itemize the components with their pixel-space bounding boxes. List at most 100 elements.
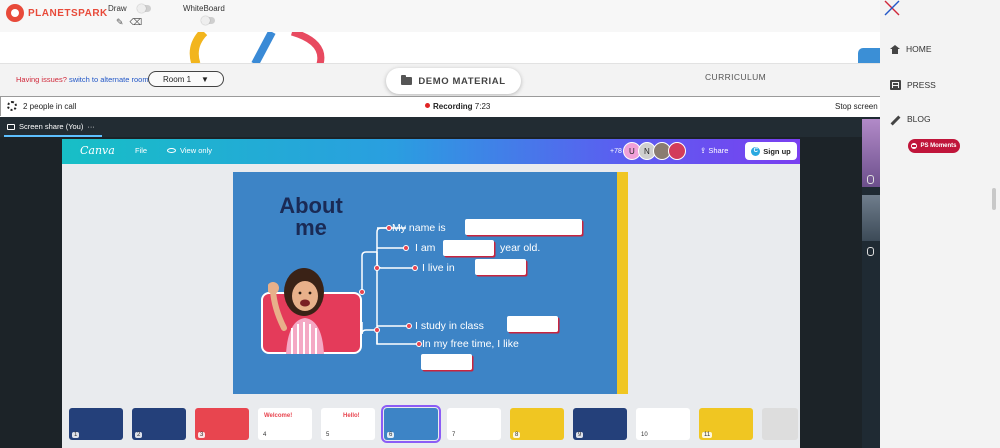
avatar-flower xyxy=(667,142,686,160)
thumbnail-7[interactable]: 7 xyxy=(447,408,501,440)
classroom-screen: PLANETSPARK Draw ✎ ⌫ WhiteBoard Having i… xyxy=(0,0,1000,448)
demo-material-button[interactable]: DEMO MATERIAL xyxy=(386,68,521,94)
room-value: Room 1 xyxy=(163,74,192,84)
curriculum-tab[interactable]: CURRICULUM xyxy=(705,72,766,82)
nav-home[interactable]: HOME xyxy=(890,44,932,54)
nav-blog[interactable]: BLOG xyxy=(890,114,931,125)
thumbnail-5[interactable]: Hello! 5 xyxy=(321,408,375,440)
whiteboard-label: WhiteBoard xyxy=(183,4,225,13)
alternate-room-link[interactable]: switch to alternate room xyxy=(69,75,149,84)
sign-up-button[interactable]: C Sign up xyxy=(745,142,797,160)
thumbnail-number: 1 xyxy=(72,432,80,438)
name-blank xyxy=(465,219,582,235)
thumbnail-1[interactable]: 1 xyxy=(69,408,123,440)
eraser-icon[interactable]: ⌫ xyxy=(130,17,143,28)
class-blank xyxy=(507,316,558,332)
ps-moments-button[interactable]: PS Moments xyxy=(908,139,960,153)
participant-video-2[interactable] xyxy=(862,195,880,241)
whiteboard-toggle[interactable] xyxy=(201,16,215,25)
canva-logo[interactable]: Canva xyxy=(80,144,115,157)
newspaper-icon xyxy=(890,80,901,90)
canva-header: Canva File View only +78 U N ⇪ Share C S… xyxy=(62,139,800,164)
monitor-icon xyxy=(7,123,15,130)
thumbnail-2[interactable]: 2 xyxy=(132,408,186,440)
thumbnail-number: 8 xyxy=(513,432,521,438)
top-toolbar: PLANETSPARK Draw ✎ ⌫ WhiteBoard xyxy=(0,0,880,32)
decorative-shapes xyxy=(189,32,325,64)
hobby-blank xyxy=(421,354,472,370)
background-decoration xyxy=(0,32,880,64)
call-bar: 2 people in call Recording 7:23 Stop scr… xyxy=(0,96,880,116)
draw-tool: Draw xyxy=(108,4,151,14)
thumbnail-8[interactable]: 8 xyxy=(510,408,564,440)
mic-icon[interactable] xyxy=(867,247,874,256)
thumbnail-number: 10 xyxy=(639,432,650,438)
view-only-label: View only xyxy=(180,146,212,155)
ps-moments-label: PS Moments xyxy=(920,143,957,149)
thumbnail-6[interactable]: 6 xyxy=(381,405,441,443)
issues-text: Having issues? xyxy=(16,75,67,84)
eye-icon xyxy=(167,148,176,153)
planetspark-logo[interactable]: PLANETSPARK xyxy=(6,4,108,22)
thumbnail-11[interactable]: 11 xyxy=(699,408,753,440)
thumbnail-number: 6 xyxy=(387,432,395,438)
pencil-icon[interactable]: ✎ xyxy=(116,17,124,28)
record-dot-icon xyxy=(425,103,430,108)
close-icon[interactable] xyxy=(884,0,900,16)
draw-toggle[interactable] xyxy=(136,4,151,14)
city-blank xyxy=(475,259,526,275)
share-label: Share xyxy=(708,146,729,155)
collaborator-avatars[interactable]: +78 U N xyxy=(610,142,686,160)
slide-title-line-1: About xyxy=(279,193,343,218)
thumbnail-number: 4 xyxy=(261,432,269,438)
more-options-icon[interactable]: ··· xyxy=(87,122,95,131)
right-sidebar xyxy=(880,0,1000,448)
issues-notice: Having issues? switch to alternate room xyxy=(16,75,149,84)
nav-press[interactable]: PRESS xyxy=(890,80,936,90)
stop-screen-button[interactable]: Stop screen xyxy=(835,102,878,111)
child-photo xyxy=(268,268,324,354)
draw-tool-icons: ✎ ⌫ xyxy=(116,17,142,28)
home-icon xyxy=(890,44,900,54)
nav-press-label: PRESS xyxy=(907,80,936,90)
age-prompt: I am xyxy=(415,242,436,254)
logo-text: PLANETSPARK xyxy=(28,7,108,19)
recording-status: Recording 7:23 xyxy=(425,102,490,111)
ps-moments-icon xyxy=(911,143,918,149)
slide-title: About me xyxy=(266,195,356,239)
age-suffix: year old. xyxy=(500,242,541,254)
thumbnail-9[interactable]: 9 xyxy=(573,408,627,440)
room-select[interactable]: Room 1 ▼ xyxy=(148,71,224,87)
thumbnail-3[interactable]: 3 xyxy=(195,408,249,440)
thumbnail-number: 3 xyxy=(198,432,206,438)
thumbnail-number: 7 xyxy=(450,432,458,438)
screen-share-label: Screen share (You) xyxy=(19,122,84,131)
class-prompt: I study in class xyxy=(415,320,484,332)
slide-thumbnails: 1 2 3 Welcome! 4 Hello! 5 6 7 8 9 10 11 xyxy=(62,404,800,448)
folder-icon xyxy=(401,75,413,85)
sidebar-scrollbar[interactable] xyxy=(992,188,996,210)
participant-strip xyxy=(862,117,880,448)
file-menu[interactable]: File xyxy=(135,146,147,155)
thumbnail-number: 2 xyxy=(135,432,143,438)
name-prompt: My name is xyxy=(392,222,446,234)
thumbnail-12[interactable] xyxy=(762,408,798,440)
whiteboard-tool: WhiteBoard xyxy=(183,4,225,25)
age-blank xyxy=(443,240,494,256)
canva-c-icon: C xyxy=(751,146,761,156)
gear-icon[interactable] xyxy=(7,101,17,111)
screen-share-tab[interactable]: Screen share (You) ··· xyxy=(7,122,95,131)
nav-blog-label: BLOG xyxy=(907,114,931,124)
screen-share-header: Screen share (You) ··· xyxy=(0,117,880,137)
thumbnail-4[interactable]: Welcome! 4 xyxy=(258,408,312,440)
thumbnail-number: 9 xyxy=(576,432,584,438)
recording-time: 7:23 xyxy=(474,102,491,111)
people-count: 2 people in call xyxy=(23,102,77,111)
draw-label: Draw xyxy=(108,4,127,13)
thumbnail-10[interactable]: 10 xyxy=(636,408,690,440)
pencil-icon xyxy=(890,115,901,125)
canva-share-button[interactable]: ⇪ Share xyxy=(700,146,728,155)
demo-material-label: DEMO MATERIAL xyxy=(418,75,506,87)
mic-icon[interactable] xyxy=(867,175,874,184)
view-only-badge[interactable]: View only xyxy=(167,146,212,155)
